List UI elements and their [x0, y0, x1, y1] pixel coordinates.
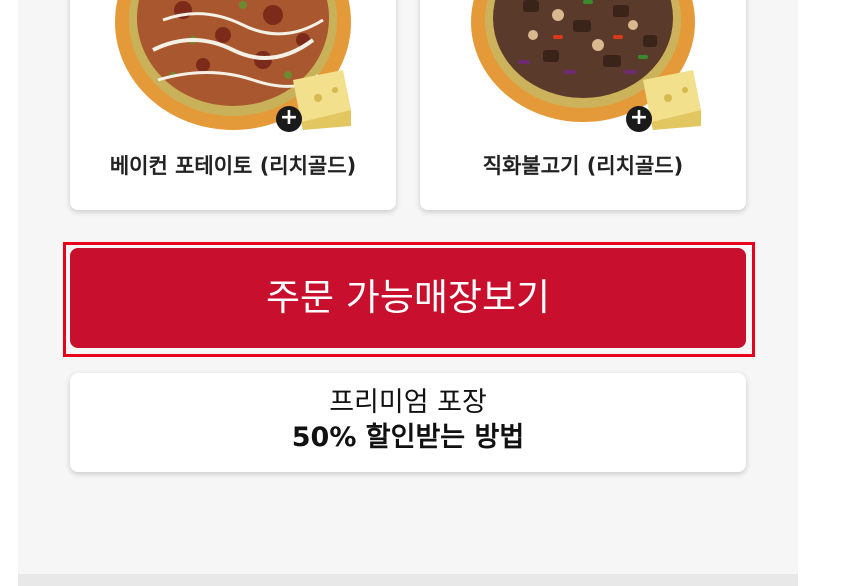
pizza-name: 베이컨 포테이토 (리치골드) — [109, 154, 357, 178]
add-to-cart-button[interactable]: + — [276, 106, 302, 132]
premium-subtitle: 50% 할인받는 방법 — [291, 422, 525, 453]
find-store-button[interactable]: 주문 가능매장보기 — [70, 248, 746, 348]
premium-packaging-button[interactable]: 프리미엄 포장 50% 할인받는 방법 — [70, 373, 746, 472]
menu-card-bulgogi[interactable]: + 직화불고기 (리치골드) — [420, 0, 746, 210]
pizza-image — [471, 0, 701, 130]
pizza-image — [115, 0, 351, 130]
menu-card-bacon-potato[interactable]: + 베이컨 포테이토 (리치골드) — [70, 0, 396, 210]
footer-divider — [18, 574, 798, 586]
page-background: + 베이컨 포테이토 (리치골드) + 직화불고기 (리치골드) 주문 가능매장… — [18, 0, 798, 586]
add-to-cart-button[interactable]: + — [626, 106, 652, 132]
premium-title: 프리미엄 포장 — [329, 387, 487, 418]
pizza-name: 직화불고기 (리치골드) — [482, 154, 684, 178]
